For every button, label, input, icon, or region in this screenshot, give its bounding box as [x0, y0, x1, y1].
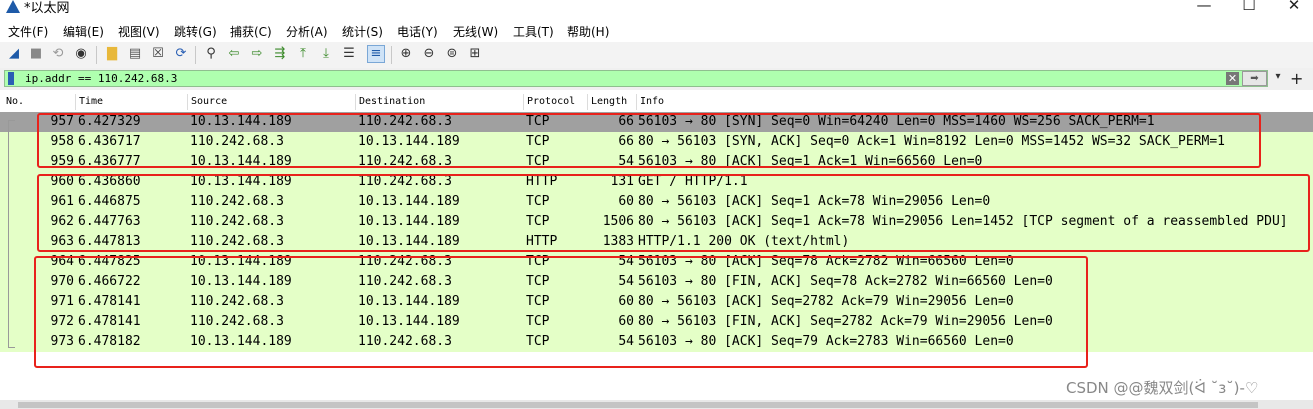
toolbar-separator — [391, 46, 392, 64]
minimize-button[interactable]: — — [1184, 0, 1224, 14]
find-packet-icon[interactable]: ⚲ — [203, 46, 219, 62]
title-bar: *以太网 — ☐ ✕ — [0, 0, 1313, 18]
annotation-box-handshake — [37, 113, 1261, 168]
column-header-protocol[interactable]: Protocol — [527, 96, 575, 107]
add-filter-button[interactable]: + — [1290, 69, 1303, 88]
column-header-no[interactable]: No. — [6, 96, 24, 107]
menu-help[interactable]: 帮助(H) — [567, 23, 609, 40]
go-to-packet-icon[interactable]: ⇶ — [272, 46, 288, 62]
menu-analyze[interactable]: 分析(A) — [286, 23, 328, 40]
related-packets-bracket — [8, 120, 15, 348]
column-header-source[interactable]: Source — [191, 96, 227, 107]
main-toolbar: ◢ ■ ⟲ ◉ ▇ ▤ ☒ ⟳ ⚲ ⇦ ⇨ ⇶ ⤒ ⤓ ☰ ≡ ⊕ ⊖ ⊜ ⊞ — [0, 42, 1313, 68]
packet-list-header: No. Time Source Destination Protocol Len… — [0, 92, 1313, 113]
wireshark-app-icon — [6, 0, 20, 13]
annotation-box-teardown — [34, 256, 1088, 368]
annotation-box-data-transfer — [37, 174, 1310, 252]
menu-view[interactable]: 视图(V) — [118, 23, 160, 40]
display-filter-input[interactable]: ip.addr == 110.242.68.3 — [4, 70, 1268, 87]
close-file-icon[interactable]: ☒ — [150, 46, 166, 62]
menu-telephony[interactable]: 电话(Y) — [397, 23, 438, 40]
toolbar-separator — [96, 46, 97, 64]
go-back-icon[interactable]: ⇦ — [226, 46, 242, 62]
filter-bookmark-icon[interactable] — [8, 72, 14, 85]
go-first-icon[interactable]: ⤒ — [295, 46, 311, 62]
menu-bar: 文件(F) 编辑(E) 视图(V) 跳转(G) 捕获(C) 分析(A) 统计(S… — [0, 20, 1313, 42]
menu-capture[interactable]: 捕获(C) — [230, 23, 272, 40]
column-header-length[interactable]: Length — [591, 96, 627, 107]
reload-file-icon[interactable]: ⟳ — [173, 46, 189, 62]
menu-file[interactable]: 文件(F) — [8, 23, 48, 40]
open-file-icon[interactable]: ▇ — [104, 46, 120, 62]
apply-filter-button[interactable]: ➡ — [1242, 71, 1267, 86]
zoom-out-icon[interactable]: ⊖ — [421, 46, 437, 62]
column-divider[interactable] — [587, 94, 588, 110]
restart-capture-icon[interactable]: ⟲ — [50, 46, 66, 62]
column-divider[interactable] — [75, 94, 76, 110]
menu-statistics[interactable]: 统计(S) — [342, 23, 383, 40]
capture-options-icon[interactable]: ◉ — [73, 46, 89, 62]
menu-wireless[interactable]: 无线(W) — [453, 23, 498, 40]
filter-dropdown-icon[interactable]: ▾ — [1270, 71, 1286, 86]
csdn-watermark: CSDN @@魏双剑(ᐛ ˘з˘)-♡ — [1066, 379, 1259, 397]
display-filter-bar: ip.addr == 110.242.68.3 ✕ ➡ ▾ + — [0, 68, 1313, 90]
stop-capture-icon[interactable]: ■ — [28, 46, 44, 62]
column-header-info[interactable]: Info — [640, 96, 664, 107]
save-file-icon[interactable]: ▤ — [127, 46, 143, 62]
close-button[interactable]: ✕ — [1274, 0, 1313, 14]
window-title: *以太网 — [24, 1, 70, 16]
horizontal-scrollbar[interactable] — [0, 400, 1313, 409]
toolbar-separator — [195, 46, 196, 64]
colorize-icon[interactable]: ≡ — [367, 45, 385, 63]
menu-tools[interactable]: 工具(T) — [513, 23, 554, 40]
column-divider[interactable] — [523, 94, 524, 110]
menu-edit[interactable]: 编辑(E) — [63, 23, 104, 40]
display-filter-text[interactable]: ip.addr == 110.242.68.3 — [25, 72, 177, 85]
zoom-normal-icon[interactable]: ⊜ — [444, 46, 460, 62]
go-forward-icon[interactable]: ⇨ — [249, 46, 265, 62]
auto-scroll-icon[interactable]: ☰ — [341, 46, 357, 62]
scrollbar-thumb[interactable] — [18, 402, 1258, 408]
column-divider[interactable] — [636, 94, 637, 110]
resize-columns-icon[interactable]: ⊞ — [467, 46, 483, 62]
column-divider[interactable] — [355, 94, 356, 110]
zoom-in-icon[interactable]: ⊕ — [398, 46, 414, 62]
shark-fin-start-icon[interactable]: ◢ — [6, 46, 22, 62]
maximize-button[interactable]: ☐ — [1229, 0, 1269, 14]
column-header-destination[interactable]: Destination — [359, 96, 425, 107]
column-divider[interactable] — [187, 94, 188, 110]
menu-go[interactable]: 跳转(G) — [174, 23, 217, 40]
clear-filter-icon[interactable]: ✕ — [1226, 72, 1239, 85]
column-header-time[interactable]: Time — [79, 96, 103, 107]
go-last-icon[interactable]: ⤓ — [318, 46, 334, 62]
